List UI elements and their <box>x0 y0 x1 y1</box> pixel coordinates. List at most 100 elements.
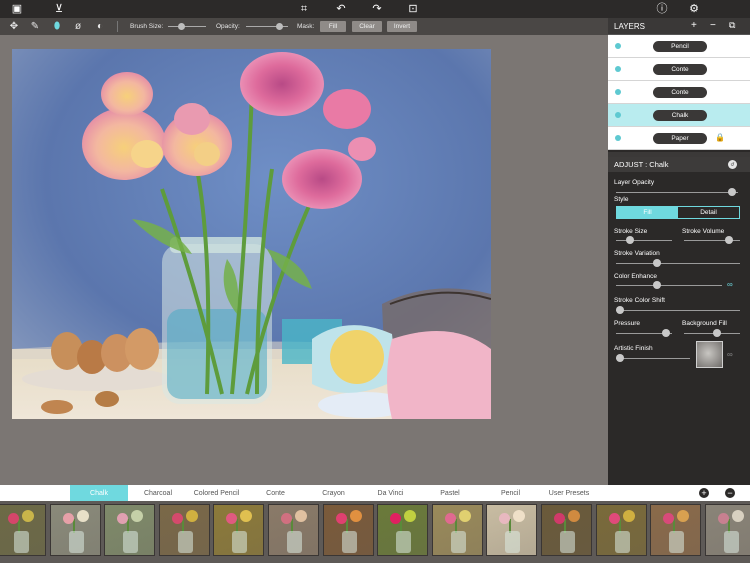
background-fill-knob[interactable] <box>712 329 721 337</box>
style-detail-option[interactable]: Detail <box>678 207 739 218</box>
undo-icon[interactable]: ↶ <box>334 2 348 16</box>
stroke-size-knob[interactable] <box>625 236 634 244</box>
color-enhance-knob[interactable] <box>653 281 662 289</box>
preset-tab[interactable]: Charcoal <box>129 485 187 501</box>
stroke-variation-slider[interactable] <box>616 259 740 267</box>
preset-thumbnail[interactable] <box>322 504 374 556</box>
artwork-canvas[interactable] <box>12 49 491 419</box>
brush-icon[interactable]: ✎ <box>28 20 42 33</box>
stroke-color-shift-label: Stroke Color Shift <box>614 297 665 304</box>
crop-icon[interactable]: ⌗ <box>297 2 311 16</box>
opacity-slider[interactable] <box>246 23 288 30</box>
preset-tab[interactable]: Chalk <box>70 485 128 501</box>
style-fill-option[interactable]: Fill <box>617 207 678 218</box>
preset-thumbnail[interactable] <box>213 504 265 556</box>
pressure-slider[interactable] <box>616 329 672 337</box>
stroke-color-shift-knob[interactable] <box>616 306 624 314</box>
artistic-finish-knob[interactable] <box>616 354 624 362</box>
style-segmented-control[interactable]: Fill Detail <box>616 206 740 219</box>
layer-visibility-dot[interactable] <box>615 135 621 141</box>
remove-preset-button[interactable]: − <box>725 488 735 498</box>
preset-tab[interactable]: Pencil <box>483 485 538 501</box>
info-icon[interactable]: ⓘ <box>655 2 669 16</box>
preset-thumbnail[interactable] <box>104 504 156 556</box>
add-preset-button[interactable]: + <box>699 488 709 498</box>
background-fill-slider[interactable] <box>684 329 740 337</box>
add-layer-icon[interactable]: + <box>691 21 697 31</box>
save-icon[interactable]: ⊻ <box>52 2 66 16</box>
mask-fill-button[interactable]: Fill <box>320 21 346 32</box>
stroke-color-shift-slider[interactable] <box>616 306 740 314</box>
preset-thumbnail[interactable] <box>595 504 647 556</box>
remove-layer-icon[interactable]: − <box>710 21 716 31</box>
preset-tab[interactable]: User Presets <box>540 485 598 501</box>
preset-thumbnail-strip <box>0 501 750 563</box>
duplicate-layer-icon[interactable]: ⧉ <box>729 21 735 30</box>
redo-icon[interactable]: ↷ <box>370 2 384 16</box>
link-icon[interactable]: ∞ <box>727 281 733 289</box>
preset-tab[interactable]: Conte <box>252 485 299 501</box>
artistic-finish-slider[interactable] <box>616 354 690 362</box>
preset-thumbnail[interactable] <box>541 504 592 556</box>
preset-thumbnail[interactable] <box>158 504 210 556</box>
layer-row[interactable]: Paper 🔒 <box>608 127 750 150</box>
blend-icon[interactable]: ◐ <box>93 20 107 33</box>
layer-name[interactable]: Paper <box>653 133 707 144</box>
layer-row[interactable]: Pencil <box>608 35 750 58</box>
fit-screen-icon[interactable]: ⊡ <box>406 2 420 16</box>
layer-name[interactable]: Pencil <box>653 41 707 52</box>
right-panel: LAYERS + − ⧉ Pencil Conte Conte Chalk Paper 🔒… <box>608 18 750 485</box>
layer-visibility-dot[interactable] <box>615 43 621 49</box>
layer-row[interactable]: Conte <box>608 58 750 81</box>
preset-thumbnail[interactable] <box>0 504 46 556</box>
stroke-size-slider[interactable] <box>616 236 672 244</box>
reset-icon[interactable]: ↺ <box>728 160 737 169</box>
preset-tab[interactable]: Pastel <box>418 485 482 501</box>
preset-thumbnail[interactable] <box>431 504 483 556</box>
layer-visibility-dot[interactable] <box>615 112 621 118</box>
opacity-slider-knob[interactable] <box>275 23 283 30</box>
preset-thumbnail[interactable] <box>704 504 750 556</box>
preset-thumbnail[interactable] <box>486 504 538 556</box>
layer-row[interactable]: Chalk <box>608 104 750 127</box>
stroke-volume-knob[interactable] <box>724 236 733 244</box>
layer-name[interactable]: Conte <box>653 64 707 75</box>
layer-name[interactable]: Conte <box>653 87 707 98</box>
layer-opacity-knob[interactable] <box>727 188 736 196</box>
toolbar-divider <box>117 21 118 32</box>
move-icon[interactable]: ✥ <box>7 20 21 33</box>
layer-name[interactable]: Chalk <box>653 110 707 121</box>
preset-tab[interactable]: Da Vinci <box>363 485 418 501</box>
stroke-variation-knob[interactable] <box>653 259 662 267</box>
image-icon[interactable]: ▣ <box>10 2 24 16</box>
background-fill-label: Background Fill <box>682 320 727 327</box>
opacity-label: Opacity: <box>216 23 240 30</box>
preset-tab[interactable]: Colored Pencil <box>188 485 245 501</box>
mask-label: Mask: <box>297 23 315 30</box>
brush-size-slider-knob[interactable] <box>177 23 185 30</box>
color-enhance-slider[interactable] <box>616 281 722 289</box>
layer-row[interactable]: Conte <box>608 81 750 104</box>
pressure-label: Pressure <box>614 320 641 327</box>
link-icon[interactable]: ∞ <box>727 351 733 359</box>
preset-thumbnail[interactable] <box>49 504 101 556</box>
layer-visibility-dot[interactable] <box>615 66 621 72</box>
preset-thumbnail[interactable] <box>377 504 429 556</box>
pressure-knob[interactable] <box>661 329 670 337</box>
adjust-header: ADJUST : Chalk ↺ <box>608 157 750 172</box>
settings-icon[interactable]: ⚙ <box>687 2 701 16</box>
tool-options-bar: ✥ ✎ ⬮ ø ◐ Brush Size: Opacity: Mask: Fil… <box>0 18 608 35</box>
layer-visibility-dot[interactable] <box>615 89 621 95</box>
eyedropper-icon[interactable]: ø <box>71 20 85 33</box>
preset-thumbnail[interactable] <box>268 504 319 556</box>
preset-thumbnail[interactable] <box>650 504 702 556</box>
preset-tab[interactable]: Crayon <box>306 485 361 501</box>
mask-clear-button[interactable]: Clear <box>352 21 382 32</box>
mask-invert-button[interactable]: Invert <box>387 21 417 32</box>
brush-size-slider[interactable] <box>168 23 206 30</box>
lock-icon[interactable]: 🔒 <box>715 133 725 142</box>
stroke-volume-slider[interactable] <box>684 236 740 244</box>
layer-opacity-slider[interactable] <box>616 188 738 196</box>
eraser-icon[interactable]: ⬮ <box>50 20 64 33</box>
artistic-finish-texture[interactable] <box>696 341 723 368</box>
